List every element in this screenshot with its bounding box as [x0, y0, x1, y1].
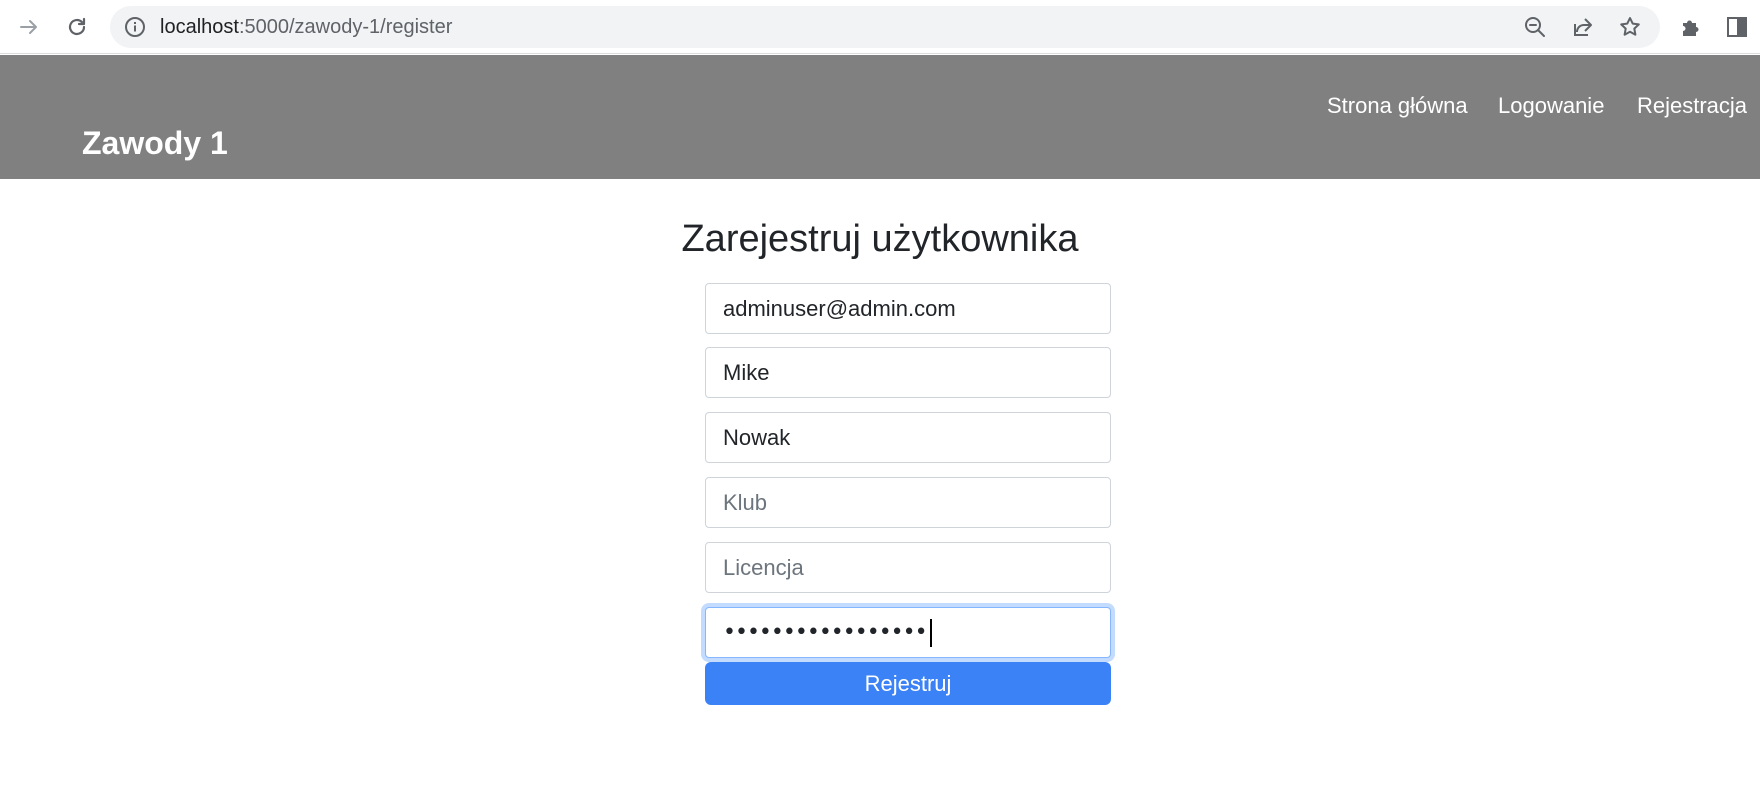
page-title: Zarejestruj użytkownika	[681, 218, 1079, 260]
zoom-out-icon[interactable]	[1523, 15, 1547, 39]
site-navbar: Zawody 1 Strona główna Logowanie Rejestr…	[0, 55, 1760, 179]
arrow-right-icon	[20, 20, 37, 34]
extensions-button[interactable]	[1673, 10, 1707, 44]
bookmark-star-icon[interactable]	[1618, 15, 1642, 39]
browser-toolbar: localhost:5000/zawody-1/register	[0, 0, 1760, 54]
site-info-icon[interactable]	[124, 16, 146, 43]
nav-link-login[interactable]: Logowanie	[1498, 93, 1604, 119]
password-mask-text: •••••••••••••••••	[723, 618, 932, 648]
side-panel-icon	[1727, 17, 1747, 37]
address-bar[interactable]: localhost:5000/zawody-1/register	[110, 6, 1660, 48]
reload-icon	[68, 17, 86, 36]
text-caret	[929, 619, 932, 647]
nav-link-home[interactable]: Strona główna	[1327, 93, 1468, 119]
reload-button[interactable]	[60, 10, 94, 44]
forward-button[interactable]	[12, 10, 46, 44]
url-text: localhost:5000/zawody-1/register	[160, 16, 453, 38]
brand-title[interactable]: Zawody 1	[82, 125, 228, 162]
puzzle-icon	[1683, 20, 1699, 36]
license-field[interactable]	[705, 542, 1111, 593]
email-field[interactable]	[705, 283, 1111, 334]
last-name-field[interactable]	[705, 412, 1111, 463]
share-icon[interactable]	[1571, 15, 1595, 39]
register-button[interactable]: Rejestruj	[705, 662, 1111, 705]
first-name-field[interactable]	[705, 347, 1111, 398]
club-field[interactable]	[705, 477, 1111, 528]
side-panel-button[interactable]	[1720, 10, 1754, 44]
nav-link-register[interactable]: Rejestracja	[1637, 93, 1747, 119]
